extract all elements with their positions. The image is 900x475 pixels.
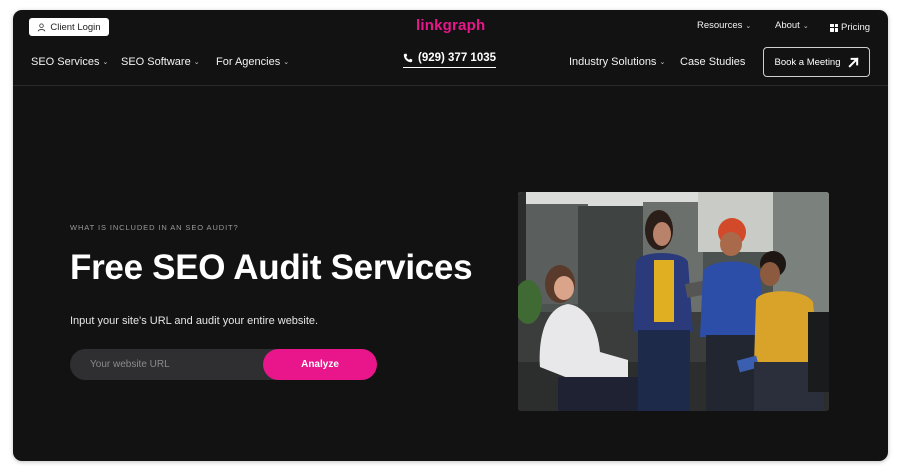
chevron-down-icon: ⌄: [745, 22, 752, 30]
book-meeting-label: Book a Meeting: [774, 56, 841, 68]
chevron-down-icon: ⌄: [802, 22, 809, 30]
hero-subtitle: Input your site's URL and audit your ent…: [70, 315, 319, 327]
nav-for-agencies[interactable]: For Agencies ⌄: [216, 56, 289, 68]
client-login-label: Client Login: [50, 21, 101, 33]
chevron-down-icon: ⌄: [193, 59, 200, 66]
chevron-down-icon: ⌄: [283, 59, 290, 66]
pricing-link[interactable]: Pricing: [830, 22, 870, 33]
nav-seo-software-label: SEO Software: [121, 56, 191, 68]
logo[interactable]: linkgraph: [416, 17, 485, 34]
url-form: Analyze: [70, 349, 377, 380]
client-login-button[interactable]: Client Login: [29, 18, 109, 36]
header-divider: [13, 85, 888, 86]
resources-label: Resources: [697, 20, 743, 31]
chevron-down-icon: ⌄: [659, 59, 666, 66]
phone-icon: [403, 53, 413, 63]
nav-for-agencies-label: For Agencies: [216, 56, 281, 68]
page-frame: Client Login linkgraph Resources ⌄ About…: [13, 10, 888, 461]
nav-industry-solutions-label: Industry Solutions: [569, 56, 657, 68]
chevron-down-icon: ⌄: [102, 59, 109, 66]
nav-case-studies[interactable]: Case Studies: [680, 56, 745, 68]
grid-icon: [830, 23, 838, 32]
phone-number: (929) 377 1035: [418, 52, 497, 64]
hero-team-photo: [518, 192, 829, 411]
hero-title: Free SEO Audit Services: [70, 248, 473, 287]
analyze-button[interactable]: Analyze: [263, 349, 377, 380]
pricing-label: Pricing: [841, 22, 871, 33]
url-input[interactable]: [70, 349, 265, 380]
arrow-up-right-icon: [847, 56, 859, 68]
hero-eyebrow: WHAT IS INCLUDED IN AN SEO AUDIT?: [70, 223, 239, 232]
phone-link[interactable]: (929) 377 1035: [403, 52, 497, 68]
nav-seo-services-label: SEO Services: [31, 56, 100, 68]
resources-menu[interactable]: Resources ⌄: [697, 20, 751, 31]
nav-seo-software[interactable]: SEO Software ⌄: [121, 56, 200, 68]
about-menu[interactable]: About ⌄: [775, 20, 809, 31]
about-label: About: [775, 20, 800, 31]
nav-case-studies-label: Case Studies: [680, 56, 746, 68]
nav-industry-solutions[interactable]: Industry Solutions ⌄: [569, 56, 665, 68]
nav-seo-services[interactable]: SEO Services ⌄: [31, 56, 108, 68]
user-icon: [38, 22, 46, 32]
book-meeting-button[interactable]: Book a Meeting: [763, 47, 870, 77]
